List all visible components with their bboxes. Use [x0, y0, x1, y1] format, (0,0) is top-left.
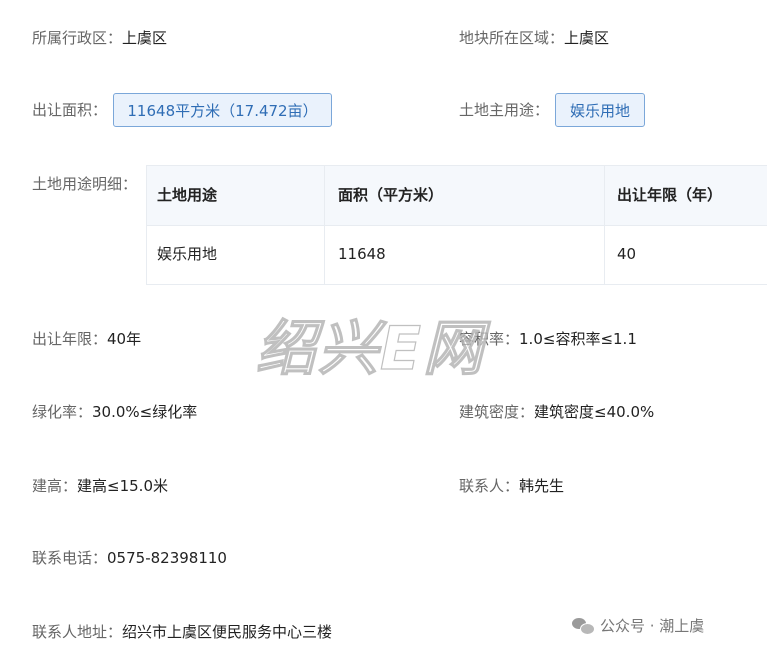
green-value: 30.0%≤绿化率: [92, 403, 198, 421]
density-label: 建筑密度：: [459, 403, 535, 421]
main-use-tag: 娱乐用地: [555, 93, 645, 127]
address-label: 联系人地址：: [32, 623, 123, 641]
phone-row: 联系电话：0575-82398110: [32, 547, 227, 569]
district-row: 所属行政区：上虞区: [32, 27, 167, 49]
district-label: 所属行政区：: [32, 29, 123, 47]
density-value: 建筑密度≤40.0%: [534, 403, 655, 421]
green-label: 绿化率：: [32, 403, 93, 421]
area-row: 地块所在区域：上虞区: [459, 27, 609, 49]
term-value: 40年: [107, 330, 142, 348]
table-cell-use: 娱乐用地: [157, 245, 218, 263]
height-label: 建高：: [32, 477, 78, 495]
contact-value: 韩先生: [519, 477, 565, 495]
land-area-tag: 11648平方米（17.472亩）: [113, 93, 332, 127]
height-value: 建高≤15.0米: [77, 477, 168, 495]
address-value: 绍兴市上虞区便民服务中心三楼: [122, 623, 333, 641]
far-row: 容积率：1.0≤容积率≤1.1: [459, 328, 637, 350]
land-use-table: 土地用途 面积（平方米） 出让年限（年） 娱乐用地 11648 40: [146, 165, 767, 285]
land-area-label: 出让面积：: [32, 101, 108, 119]
table-divider: [604, 166, 605, 284]
area-label: 地块所在区域：: [459, 29, 565, 47]
far-label: 容积率：: [459, 330, 520, 348]
watermark: 绍兴E网: [255, 313, 485, 384]
table-header-term: 出让年限（年）: [617, 186, 723, 204]
term-row: 出让年限：40年: [32, 328, 141, 350]
district-value: 上虞区: [122, 29, 168, 47]
table-cell-term: 40: [617, 245, 637, 263]
phone-label: 联系电话：: [32, 549, 108, 567]
phone-value: 0575-82398110: [107, 549, 227, 567]
main-use-label: 土地主用途：: [459, 101, 550, 119]
height-row: 建高：建高≤15.0米: [32, 475, 168, 497]
table-cell-area: 11648: [338, 245, 386, 263]
contact-row: 联系人：韩先生: [459, 475, 564, 497]
density-row: 建筑密度：建筑密度≤40.0%: [459, 401, 654, 423]
table-divider: [324, 166, 325, 284]
term-label: 出让年限：: [32, 330, 108, 348]
green-row: 绿化率：30.0%≤绿化率: [32, 401, 197, 423]
wechat-icon: [572, 617, 595, 635]
contact-label: 联系人：: [459, 477, 520, 495]
use-detail-label: 土地用途明细：: [32, 175, 138, 193]
table-header-use: 土地用途: [157, 186, 218, 204]
footer-account[interactable]: 公众号 · 潮上虞: [572, 615, 704, 636]
address-row: 联系人地址：绍兴市上虞区便民服务中心三楼: [32, 621, 332, 643]
table-header-area: 面积（平方米）: [338, 186, 444, 204]
footer-text: 公众号 · 潮上虞: [600, 617, 705, 635]
area-value: 上虞区: [564, 29, 610, 47]
far-value: 1.0≤容积率≤1.1: [519, 330, 637, 348]
